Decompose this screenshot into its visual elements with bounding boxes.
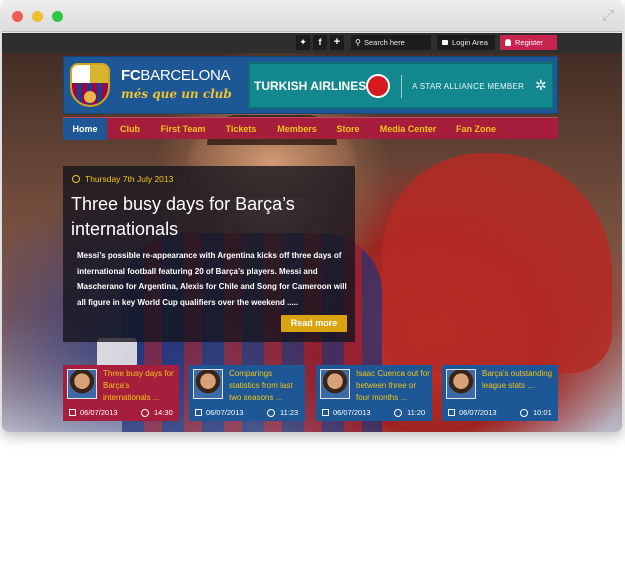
minimize-window-button[interactable]	[32, 11, 43, 22]
clock-icon	[141, 409, 149, 417]
site-header: FCBARCELONA més que un club TURKISH AIRL…	[63, 56, 558, 114]
window-titlebar: ⤢	[2, 0, 622, 32]
calendar-icon	[322, 409, 329, 416]
brand-name-bold: FC	[121, 67, 141, 84]
club-motto: més que un club	[121, 87, 232, 101]
news-card-time: 11:20	[407, 408, 426, 417]
lock-icon	[442, 40, 448, 45]
register-label: Register	[515, 38, 543, 47]
news-card-date: 06/07/2013	[333, 408, 371, 417]
news-thumbnail	[320, 369, 350, 399]
star-alliance-icon: ✲	[535, 77, 547, 93]
news-card-date: 06/07/2013	[459, 408, 497, 417]
nav-item-tickets[interactable]: Tickets	[218, 118, 264, 140]
featured-body: Messi’s possible re-appearance with Arge…	[77, 251, 347, 307]
featured-date: Thursday 7th July 2013	[72, 174, 173, 184]
nav-item-club[interactable]: Club	[111, 118, 149, 140]
news-card-title: Isaac Cuenca out for between three or fo…	[356, 369, 430, 402]
search-placeholder: Search here	[364, 38, 405, 47]
calendar-icon	[448, 409, 455, 416]
nav-item-store[interactable]: Store	[330, 118, 366, 140]
search-icon: ⚲	[355, 38, 361, 47]
news-card[interactable]: Isaac Cuenca out for between three or fo…	[316, 365, 432, 421]
plus-icon[interactable]: +	[330, 35, 344, 50]
news-thumbnail	[67, 369, 97, 399]
sponsor-name: TURKISH AIRLINES	[254, 79, 367, 93]
clock-icon	[394, 409, 402, 417]
sponsor-banner[interactable]: TURKISH AIRLINES A STAR ALLIANCE MEMBER …	[248, 62, 554, 109]
news-card-date: 06/07/2013	[80, 408, 118, 417]
login-label: Login Area	[452, 38, 488, 47]
featured-article: Thursday 7th July 2013 Three busy days f…	[63, 166, 355, 342]
news-card-meta: 06/07/2013 11:23	[189, 405, 305, 421]
nav-item-media-center[interactable]: Media Center	[373, 118, 443, 140]
nav-item-members[interactable]: Members	[270, 118, 324, 140]
news-card[interactable]: Three busy days for Barça’s internationa…	[63, 365, 179, 421]
utility-bar: ✦ f + ⚲ Search here Login Area Register	[2, 33, 622, 53]
facebook-icon[interactable]: f	[313, 35, 327, 50]
featured-title[interactable]: Three busy days for Barça’s internationa…	[71, 192, 351, 242]
register-button[interactable]: Register	[500, 35, 557, 50]
nav-item-fan-zone[interactable]: Fan Zone	[449, 118, 503, 140]
news-card[interactable]: Comparings statistics from last two seas…	[189, 365, 305, 421]
main-nav: Home Club First Team Tickets Members Sto…	[63, 117, 558, 140]
twitter-icon[interactable]: ✦	[296, 35, 310, 50]
news-card-time: 11:23	[280, 408, 299, 417]
news-card-meta: 06/07/2013 14:30	[63, 405, 179, 421]
browser-window: ⤢ ✦ f + ⚲ Search here Login Area Register	[2, 0, 622, 432]
news-card[interactable]: Barça’s outstanding league stats ... 06/…	[442, 365, 558, 421]
fullscreen-icon[interactable]: ⤢	[600, 8, 616, 24]
news-card-time: 14:30	[154, 408, 173, 417]
user-icon	[505, 39, 511, 46]
news-thumbnail	[446, 369, 476, 399]
news-card-title: Comparings statistics from last two seas…	[229, 369, 293, 402]
calendar-icon	[69, 409, 76, 416]
clock-icon	[267, 409, 275, 417]
login-button[interactable]: Login Area	[437, 35, 495, 50]
close-window-button[interactable]	[12, 11, 23, 22]
clock-icon	[72, 175, 80, 183]
news-card-meta: 06/07/2013 10:01	[442, 405, 558, 421]
sponsor-divider	[401, 75, 402, 98]
featured-date-text: Thursday 7th July 2013	[85, 174, 174, 184]
search-input[interactable]: ⚲ Search here	[351, 35, 431, 50]
calendar-icon	[195, 409, 202, 416]
club-crest-logo[interactable]	[70, 63, 110, 107]
clock-icon	[520, 409, 528, 417]
news-card-meta: 06/07/2013 11:20	[316, 405, 432, 421]
read-more-button[interactable]: Read more	[281, 315, 347, 332]
sponsor-bird-icon	[366, 74, 390, 98]
news-card-title: Barça’s outstanding league stats ...	[482, 369, 553, 390]
news-thumbnail	[193, 369, 223, 399]
brand-name-rest: BARCELONA	[140, 67, 231, 84]
nav-item-home[interactable]: Home	[63, 118, 107, 140]
news-card-date: 06/07/2013	[206, 408, 244, 417]
sponsor-tagline: A STAR ALLIANCE MEMBER	[412, 82, 525, 91]
brand-name[interactable]: FCBARCELONA	[121, 67, 231, 84]
news-card-title: Three busy days for Barça’s internationa…	[103, 369, 174, 402]
nav-item-first-team[interactable]: First Team	[153, 118, 213, 140]
page-viewport: ✦ f + ⚲ Search here Login Area Register F…	[2, 33, 622, 432]
zoom-window-button[interactable]	[52, 11, 63, 22]
news-card-time: 10:01	[533, 408, 552, 417]
